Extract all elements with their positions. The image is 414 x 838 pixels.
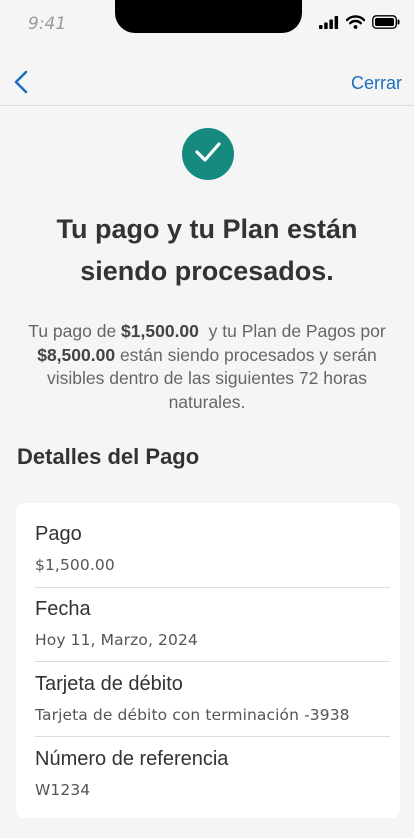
detail-row-payment: Pago $1,500.00 [35, 521, 406, 574]
section-title: Detalles del Pago [17, 444, 200, 469]
detail-label: Fecha [35, 598, 91, 620]
success-badge [182, 128, 234, 180]
summary-payment-amount: $1,500.00 [121, 321, 199, 341]
battery-icon [372, 15, 400, 34]
device-notch [115, 0, 302, 33]
detail-row-card: Tarjeta de débito Tarjeta de débito con … [35, 671, 406, 724]
detail-value: $1,500.00 [35, 556, 115, 574]
divider [35, 587, 390, 588]
divider [35, 736, 390, 737]
detail-value: W1234 [35, 781, 91, 799]
status-bar: 9:41 [0, 0, 414, 48]
payment-details-card: Pago $1,500.00 Fecha Hoy 11, Marzo, 2024… [16, 503, 400, 818]
detail-label: Tarjeta de débito [35, 673, 183, 695]
payment-summary: Tu pago de $1,500.00 y tu Plan de Pagos … [20, 320, 394, 414]
detail-value: Tarjeta de débito con terminación -3938 [35, 706, 350, 724]
status-time: 9:41 [28, 14, 67, 34]
back-button[interactable] [6, 66, 36, 102]
detail-value: Hoy 11, Marzo, 2024 [35, 631, 198, 649]
checkmark-icon [194, 141, 222, 168]
summary-prefix: Tu pago de [28, 321, 122, 341]
divider [35, 661, 390, 662]
navigation-bar: Cerrar [0, 60, 414, 106]
cellular-signal-icon [319, 15, 339, 34]
detail-label: Número de referencia [35, 748, 229, 770]
chevron-left-icon [14, 70, 28, 99]
wifi-icon [345, 15, 366, 34]
detail-label: Pago [35, 523, 82, 545]
summary-middle: y tu Plan de Pagos por [198, 321, 391, 341]
page-title: Tu pago y tu Plan están siendo procesado… [56, 214, 358, 286]
detail-row-date: Fecha Hoy 11, Marzo, 2024 [35, 596, 406, 649]
status-icons [319, 15, 400, 34]
close-button[interactable]: Cerrar [351, 73, 402, 94]
summary-plan-amount: $8,500.00 [37, 344, 116, 365]
detail-row-reference: Número de referencia W1234 [35, 746, 406, 799]
